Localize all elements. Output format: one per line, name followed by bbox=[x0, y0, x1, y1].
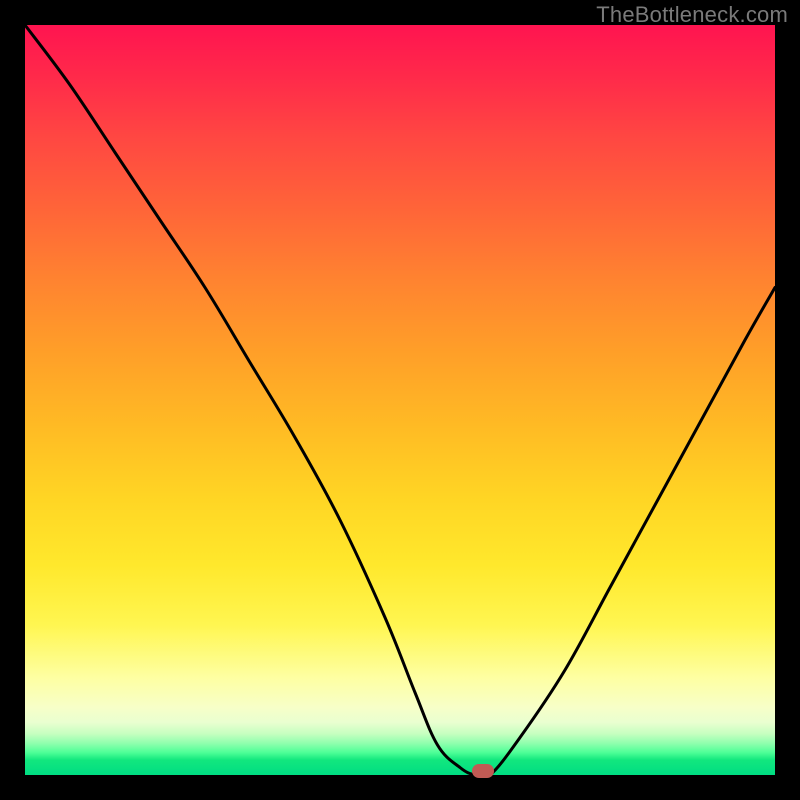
plot-area bbox=[25, 25, 775, 775]
chart-frame: TheBottleneck.com bbox=[0, 0, 800, 800]
optimal-point-marker bbox=[472, 764, 494, 778]
bottleneck-curve bbox=[25, 25, 775, 778]
curve-layer bbox=[25, 25, 775, 775]
